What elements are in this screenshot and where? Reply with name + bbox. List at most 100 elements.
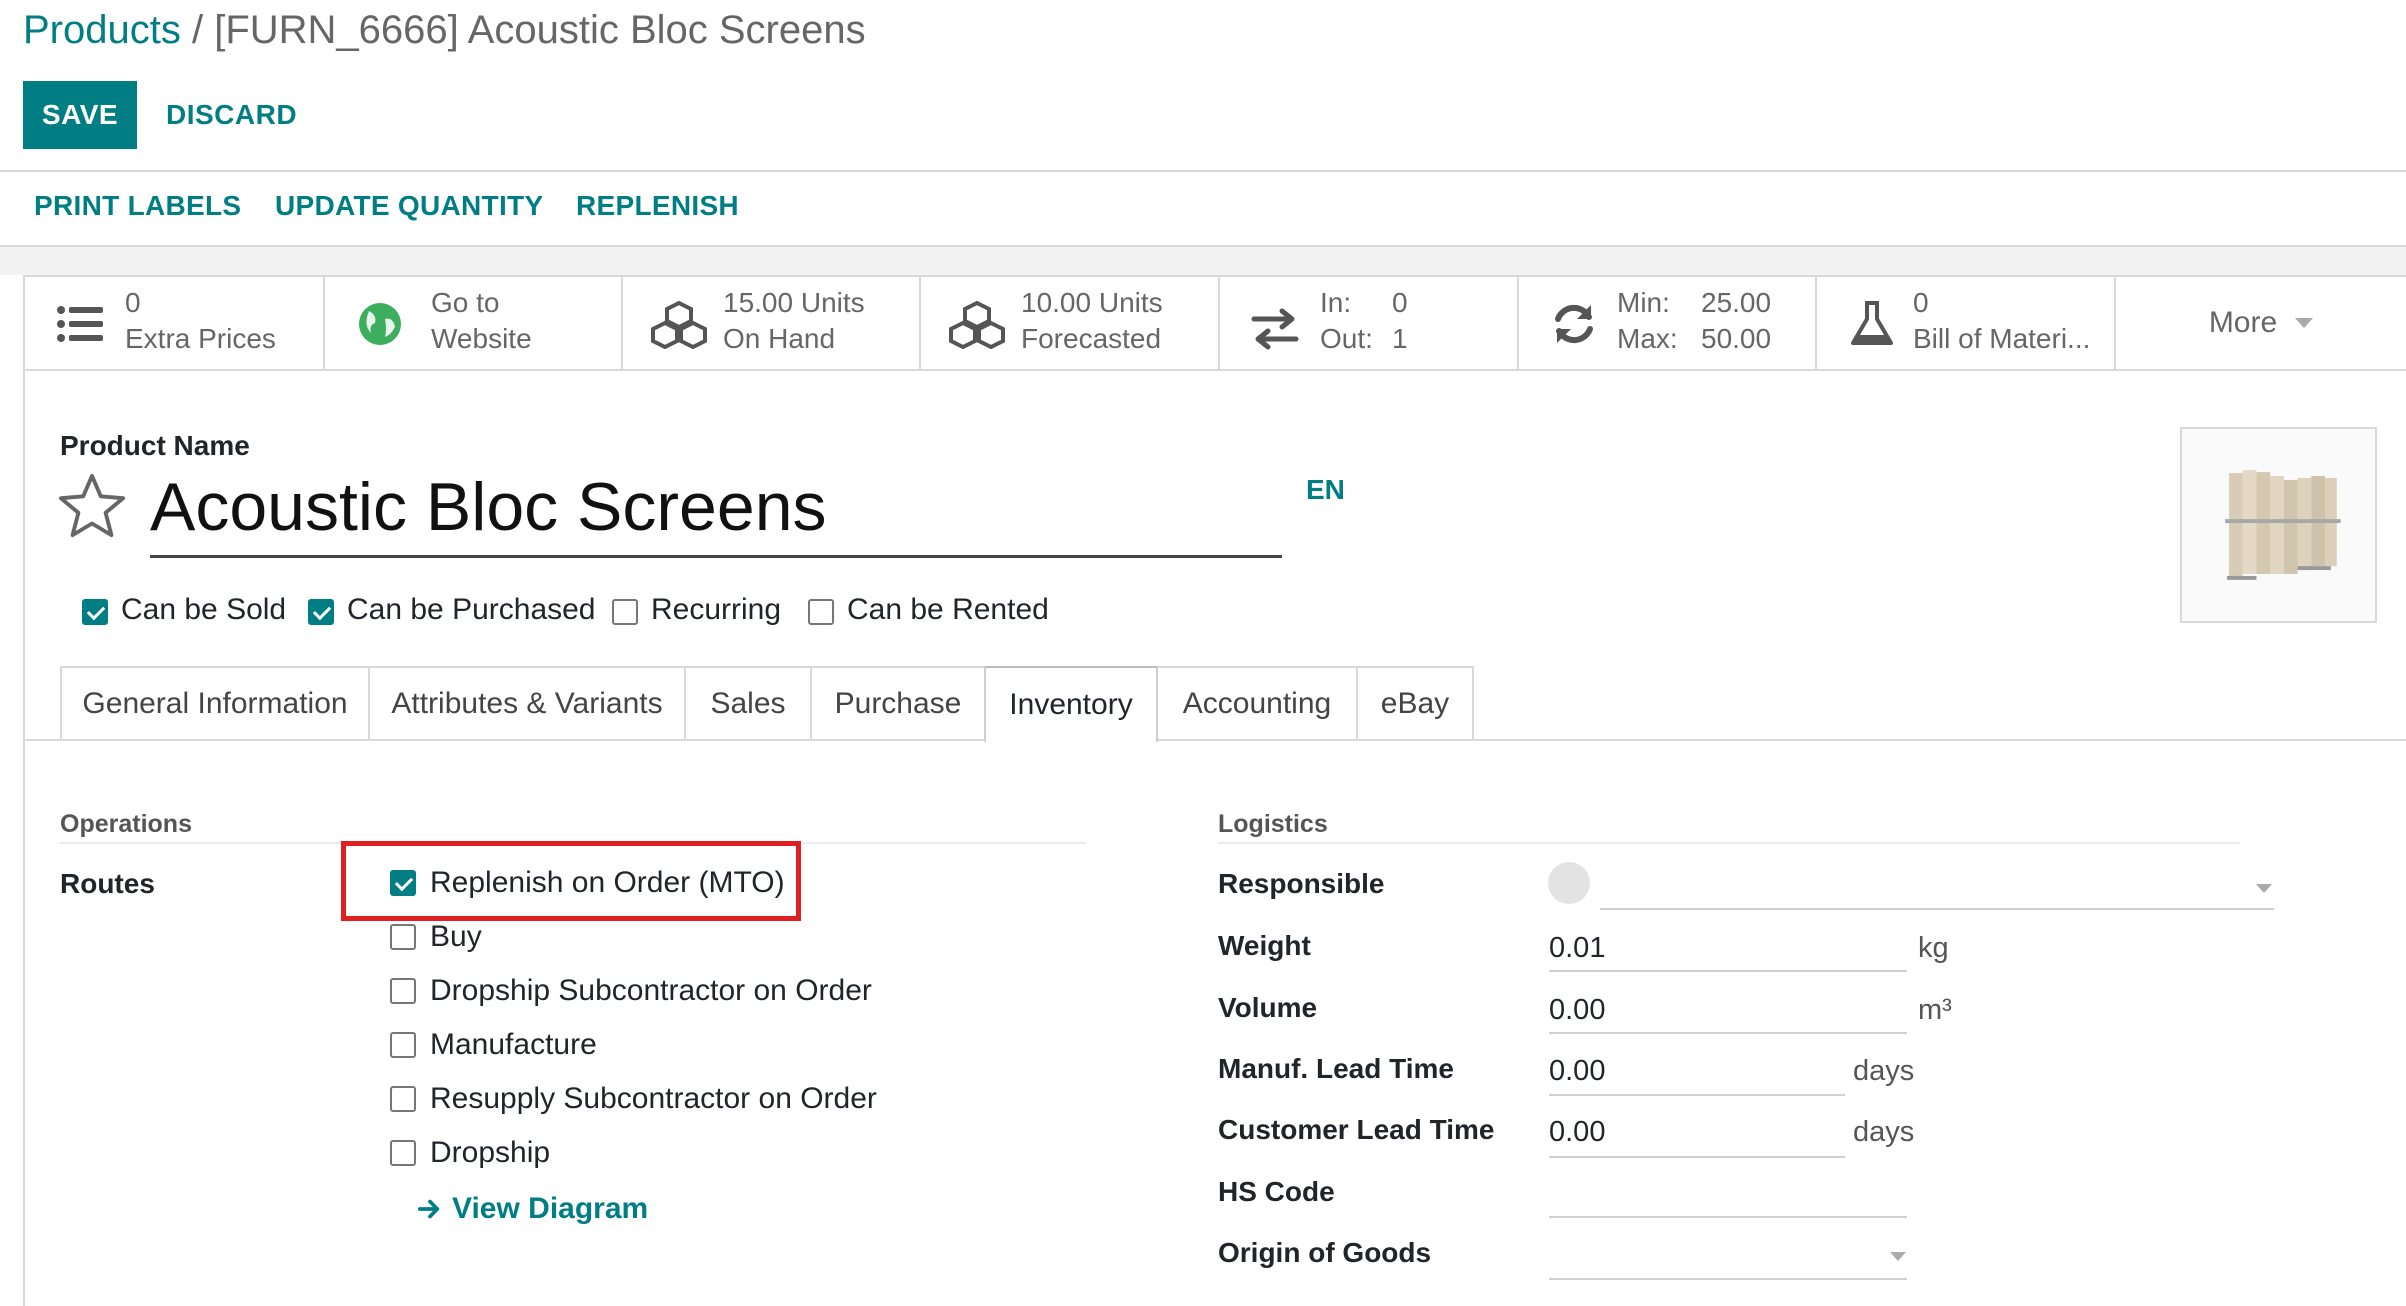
mto-highlight-box [341, 841, 801, 921]
route-buy-label: Buy [430, 920, 482, 953]
can-be-rented-checkbox[interactable] [808, 599, 834, 625]
tab-ebay[interactable]: eBay [1356, 666, 1474, 740]
extra-prices-count: 0 [125, 287, 141, 318]
can-be-purchased-checkbox[interactable] [308, 599, 334, 625]
recurring-checkbox[interactable] [612, 599, 638, 625]
tab-purchase[interactable]: Purchase [810, 666, 986, 740]
bom-label: Bill of Materi... [1913, 323, 2091, 354]
chevron-down-icon[interactable] [1890, 1252, 1906, 1261]
responsible-field[interactable] [1600, 908, 2274, 910]
website-line1: Go to [431, 287, 500, 318]
flask-icon [1851, 301, 1893, 345]
view-diagram-label: View Diagram [452, 1192, 649, 1225]
globe-icon [359, 303, 401, 345]
route-resupply-subcontractor-label: Resupply Subcontractor on Order [430, 1082, 877, 1115]
product-name-underline [150, 555, 1282, 558]
max-label: Max: [1617, 323, 1678, 354]
update-quantity-button[interactable]: UPDATE QUANTITY [275, 190, 543, 222]
replenish-button[interactable]: REPLENISH [576, 190, 739, 222]
header-divider [0, 170, 2406, 172]
tab-general-information[interactable]: General Information [60, 666, 370, 740]
language-button[interactable]: EN [1306, 474, 1345, 506]
product-name-label: Product Name [60, 430, 250, 461]
route-manufacture-checkbox[interactable] [390, 1032, 416, 1058]
in-value: 0 [1392, 287, 1408, 318]
volume-underline [1549, 1032, 1907, 1034]
route-resupply-subcontractor-checkbox[interactable] [390, 1086, 416, 1112]
more-smart-buttons-dropdown[interactable]: More [2116, 277, 2406, 371]
on-hand-label: On Hand [723, 323, 836, 354]
can-be-sold-checkbox[interactable] [82, 599, 108, 625]
forecasted-smart-button[interactable]: 10.00 Units Forecasted [921, 277, 1220, 371]
more-label: More [2208, 306, 2278, 339]
can-be-purchased-label: Can be Purchased [347, 593, 596, 626]
product-image[interactable] [2180, 427, 2377, 623]
logistics-group-rule [1218, 842, 2240, 844]
tab-sales[interactable]: Sales [684, 666, 812, 740]
volume-label: Volume [1218, 992, 1318, 1023]
min-max-smart-button[interactable]: Min: 25.00 Max: 50.00 [1519, 277, 1817, 371]
can-be-sold-label: Can be Sold [121, 593, 287, 626]
customer-lead-time-underline [1549, 1156, 1845, 1158]
arrow-right-icon [418, 1199, 440, 1219]
origin-of-goods-label: Origin of Goods [1218, 1237, 1432, 1268]
discard-button[interactable]: DISCARD [150, 81, 313, 149]
origin-of-goods-underline [1549, 1278, 1907, 1280]
logistics-group-title: Logistics [1218, 810, 1328, 838]
breadcrumb: Products / [FURN_6666] Acoustic Bloc Scr… [23, 8, 866, 53]
can-be-rented-label: Can be Rented [847, 593, 1049, 626]
bom-smart-button[interactable]: 0 Bill of Materi... [1817, 277, 2116, 371]
chevron-down-icon [2295, 318, 2314, 328]
route-dropship-checkbox[interactable] [390, 1140, 416, 1166]
print-labels-button[interactable]: PRINT LABELS [34, 190, 241, 222]
max-value: 50.00 [1701, 323, 1772, 354]
weight-input[interactable]: 0.01 [1549, 932, 1605, 965]
on-hand-smart-button[interactable]: 15.00 Units On Hand [623, 277, 921, 371]
view-diagram-link[interactable]: View Diagram [418, 1192, 648, 1226]
min-label: Min: [1617, 287, 1670, 318]
volume-input[interactable]: 0.00 [1549, 994, 1605, 1027]
customer-lead-time-input[interactable]: 0.00 [1549, 1116, 1605, 1149]
route-manufacture-label: Manufacture [430, 1028, 597, 1061]
breadcrumb-current: [FURN_6666] Acoustic Bloc Screens [214, 8, 866, 52]
manuf-lead-time-label: Manuf. Lead Time [1218, 1053, 1454, 1084]
breadcrumb-products-link[interactable]: Products [23, 8, 181, 52]
hs-code-underline [1549, 1216, 1907, 1218]
product-photo [2182, 429, 2375, 621]
in-out-smart-button[interactable]: In: 0 Out: 1 [1220, 277, 1519, 371]
tab-accounting[interactable]: Accounting [1156, 666, 1358, 740]
form-sheet [23, 275, 2406, 1306]
save-button[interactable]: SAVE [23, 81, 137, 149]
manuf-lead-time-unit: days [1853, 1055, 1915, 1087]
product-name-field[interactable]: Acoustic Bloc Screens [150, 468, 827, 546]
route-buy-checkbox[interactable] [390, 924, 416, 950]
avatar [1548, 862, 1590, 904]
tabs-divider [23, 739, 2406, 741]
weight-label: Weight [1218, 930, 1311, 961]
recurring-label: Recurring [651, 593, 782, 626]
min-value: 25.00 [1701, 287, 1772, 318]
chevron-down-icon[interactable] [2256, 884, 2272, 893]
website-smart-button[interactable]: Go to Website [325, 277, 623, 371]
manuf-lead-time-input[interactable]: 0.00 [1549, 1055, 1605, 1088]
forecasted-label: Forecasted [1021, 323, 1162, 354]
cubes-icon [651, 300, 707, 349]
extra-prices-label: Extra Prices [125, 323, 276, 354]
hs-code-label: HS Code [1218, 1176, 1335, 1207]
customer-lead-time-unit: days [1853, 1116, 1915, 1148]
forecasted-quantity: 10.00 Units [1021, 287, 1163, 318]
breadcrumb-separator: / [180, 8, 215, 52]
out-value: 1 [1392, 323, 1408, 354]
form-background [0, 247, 2406, 275]
exchange-icon [1251, 308, 1299, 350]
tab-inventory[interactable]: Inventory [984, 666, 1158, 742]
responsible-label: Responsible [1218, 868, 1385, 899]
bom-count: 0 [1913, 287, 1929, 318]
tab-attributes-variants[interactable]: Attributes & Variants [368, 666, 686, 740]
route-dropship-subcontractor-checkbox[interactable] [390, 978, 416, 1004]
extra-prices-smart-button[interactable]: 0 Extra Prices [25, 277, 325, 371]
star-icon[interactable] [58, 472, 126, 540]
website-line2: Website [431, 323, 532, 354]
customer-lead-time-label: Customer Lead Time [1218, 1114, 1495, 1145]
route-dropship-label: Dropship [430, 1136, 551, 1169]
